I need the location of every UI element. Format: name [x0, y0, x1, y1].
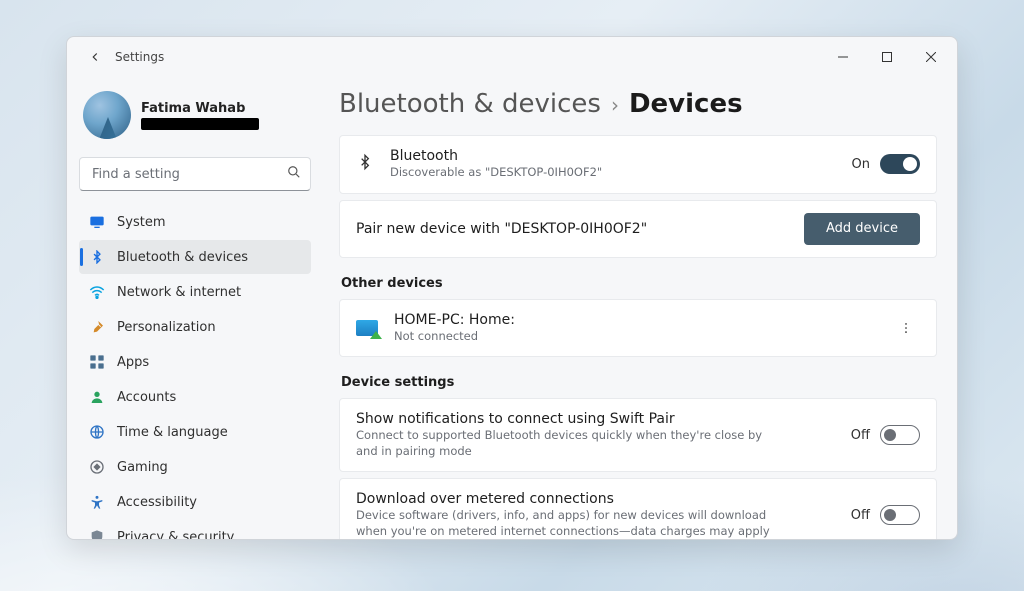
device-settings-heading: Device settings	[341, 375, 937, 390]
device-name: HOME-PC: Home:	[394, 312, 515, 328]
search-input[interactable]	[79, 157, 311, 191]
main-content[interactable]: Bluetooth & devices › Devices Bluetooth …	[323, 77, 957, 539]
bluetooth-icon	[356, 152, 374, 176]
close-button[interactable]	[909, 41, 953, 73]
minimize-icon	[838, 52, 848, 62]
apps-icon	[89, 354, 105, 370]
breadcrumb-parent[interactable]: Bluetooth & devices	[339, 89, 601, 119]
accessibility-icon	[89, 494, 105, 510]
chevron-right-icon: ›	[611, 93, 619, 117]
sidebar-item-accessibility[interactable]: Accessibility	[79, 485, 311, 519]
breadcrumb: Bluetooth & devices › Devices	[339, 89, 937, 119]
globe-clock-icon	[89, 424, 105, 440]
window-title: Settings	[115, 50, 164, 64]
window-controls	[821, 41, 953, 73]
sidebar-item-time-language[interactable]: Time & language	[79, 415, 311, 449]
sidebar-item-personalization[interactable]: Personalization	[79, 310, 311, 344]
sidebar-item-label: Personalization	[117, 320, 216, 335]
sidebar-item-apps[interactable]: Apps	[79, 345, 311, 379]
search-icon	[287, 165, 301, 183]
sidebar-item-gaming[interactable]: Gaming	[79, 450, 311, 484]
device-more-button[interactable]	[892, 314, 920, 342]
device-status: Not connected	[394, 329, 515, 345]
sidebar-item-label: Privacy & security	[117, 530, 234, 540]
brush-icon	[89, 319, 105, 335]
maximize-icon	[882, 52, 892, 62]
bluetooth-toggle[interactable]: On	[852, 154, 920, 174]
sidebar-item-label: Gaming	[117, 460, 168, 475]
metered-download-card: Download over metered connections Device…	[339, 478, 937, 539]
device-icon	[356, 320, 378, 336]
titlebar: Settings	[67, 37, 957, 77]
sidebar-item-system[interactable]: System	[79, 205, 311, 239]
profile-name: Fatima Wahab	[141, 101, 259, 116]
maximize-button[interactable]	[865, 41, 909, 73]
minimize-button[interactable]	[821, 41, 865, 73]
pair-text: Pair new device with "DESKTOP-0IH0OF2"	[356, 221, 647, 237]
toggle-label: Off	[851, 508, 870, 523]
sidebar-item-label: Apps	[117, 355, 149, 370]
swift-pair-card: Show notifications to connect using Swif…	[339, 398, 937, 472]
toggle-label: Off	[851, 428, 870, 443]
sidebar-item-accounts[interactable]: Accounts	[79, 380, 311, 414]
wifi-icon	[89, 284, 105, 300]
sidebar: Fatima Wahab System Bluetooth & devices	[67, 77, 323, 539]
gaming-icon	[89, 459, 105, 475]
add-device-button[interactable]: Add device	[804, 213, 920, 245]
bluetooth-title: Bluetooth	[390, 148, 602, 164]
swift-pair-toggle[interactable]: Off	[851, 425, 920, 445]
metered-toggle[interactable]: Off	[851, 505, 920, 525]
other-device-card[interactable]: HOME-PC: Home: Not connected	[339, 299, 937, 358]
sidebar-item-label: Network & internet	[117, 285, 241, 300]
monitor-icon	[89, 214, 105, 230]
back-button[interactable]	[81, 43, 109, 71]
settings-window: Settings Fatima Wahab	[66, 36, 958, 540]
toggle-switch-off	[880, 505, 920, 525]
shield-icon	[89, 529, 105, 539]
profile-block[interactable]: Fatima Wahab	[79, 87, 311, 147]
more-vertical-icon	[899, 321, 913, 335]
setting-title: Show notifications to connect using Swif…	[356, 411, 786, 427]
sidebar-item-label: Accessibility	[117, 495, 197, 510]
search-wrap	[79, 157, 311, 191]
avatar	[83, 91, 131, 139]
toggle-switch-on	[880, 154, 920, 174]
sidebar-item-network[interactable]: Network & internet	[79, 275, 311, 309]
sidebar-item-bluetooth-devices[interactable]: Bluetooth & devices	[79, 240, 311, 274]
toggle-switch-off	[880, 425, 920, 445]
window-body: Fatima Wahab System Bluetooth & devices	[67, 77, 957, 539]
bluetooth-card: Bluetooth Discoverable as "DESKTOP-0IH0O…	[339, 135, 937, 194]
sidebar-item-label: Accounts	[117, 390, 176, 405]
sidebar-nav: System Bluetooth & devices Network & int…	[79, 205, 311, 539]
setting-subtitle: Device software (drivers, info, and apps…	[356, 508, 786, 539]
setting-title: Download over metered connections	[356, 491, 786, 507]
person-icon	[89, 389, 105, 405]
pair-card: Pair new device with "DESKTOP-0IH0OF2" A…	[339, 200, 937, 258]
sidebar-item-label: System	[117, 215, 165, 230]
sidebar-item-privacy[interactable]: Privacy & security	[79, 520, 311, 539]
profile-email-redacted	[141, 118, 259, 130]
close-icon	[926, 52, 936, 62]
back-arrow-icon	[88, 50, 102, 64]
toggle-label: On	[852, 157, 870, 172]
other-devices-heading: Other devices	[341, 276, 937, 291]
sidebar-item-label: Bluetooth & devices	[117, 250, 248, 265]
breadcrumb-current: Devices	[629, 89, 743, 119]
bluetooth-icon	[89, 249, 105, 265]
sidebar-item-label: Time & language	[117, 425, 228, 440]
setting-subtitle: Connect to supported Bluetooth devices q…	[356, 428, 786, 459]
bluetooth-subtitle: Discoverable as "DESKTOP-0IH0OF2"	[390, 165, 602, 181]
